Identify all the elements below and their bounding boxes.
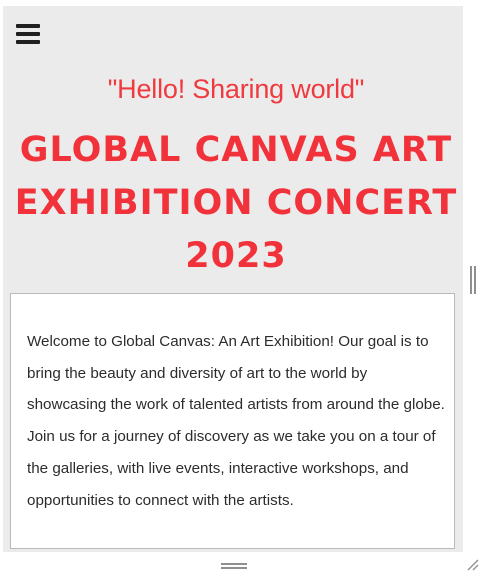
vertical-resize-handle-icon[interactable] [470,266,476,294]
hamburger-menu-icon[interactable] [14,18,42,48]
hero-title-line-1: Global Canvas Art [19,130,453,170]
handle-line [470,266,472,294]
menu-bar-middle [16,32,40,36]
hero-title-line-2: Exhibition Concert [14,183,458,223]
menu-bar-top [16,24,40,28]
welcome-text: Welcome to Global Canvas: An Art Exhibit… [27,333,445,509]
app-viewport: "Hello! Sharing world" Global Canvas Art… [0,0,485,575]
handle-line [221,563,247,565]
handle-line [221,567,247,569]
welcome-card: Welcome to Global Canvas: An Art Exhibit… [10,293,455,549]
resize-grip-icon[interactable] [467,559,479,571]
menu-bar-bottom [16,40,40,44]
handle-line [474,266,476,294]
hero-subtitle: "Hello! Sharing world" [107,74,365,104]
hero-title: Global Canvas Art Exhibition Concert 202… [3,124,469,283]
hero-title-line-3: 2023 [185,236,287,276]
horizontal-resize-handle-icon[interactable] [221,563,247,569]
